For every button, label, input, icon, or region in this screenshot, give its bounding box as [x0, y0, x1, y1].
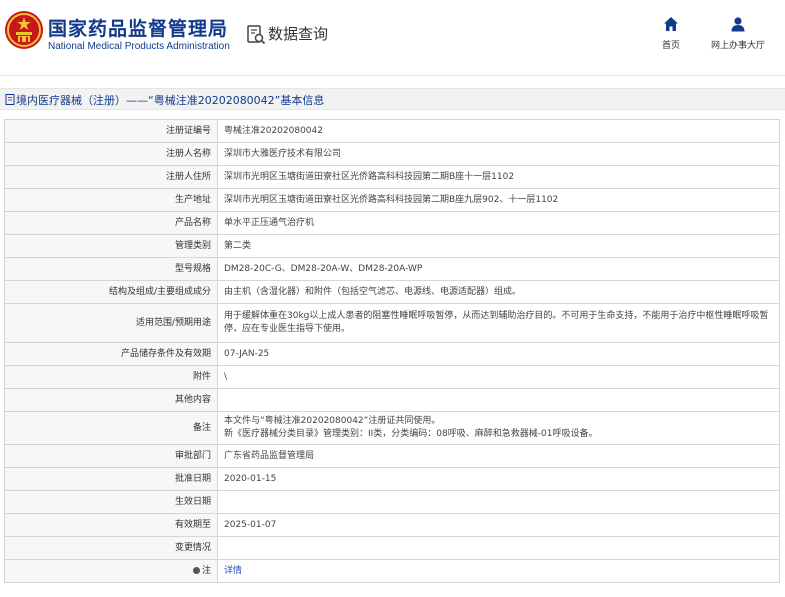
breadcrumb-text: 境内医疗器械（注册）——“粤械注准20202080042”基本信息 [16, 94, 325, 107]
field-value [217, 388, 780, 412]
field-label: 生产地址 [4, 188, 218, 212]
site-title: 国家药品监督管理局 [48, 18, 229, 40]
note-icon [192, 566, 200, 574]
field-label: 有效期至 [4, 513, 218, 537]
table-row: 变更情况 [4, 536, 780, 560]
nav-home-label: 首页 [661, 41, 680, 51]
field-label: 注册证编号 [4, 119, 218, 143]
table-row: 审批部门 广东省药品监督管理局 [4, 444, 780, 468]
field-value: DM28-20C-G、DM28-20A-W、DM28-20A-WP [217, 257, 780, 281]
table-row: 产品名称 单水平正压通气治疗机 [4, 211, 780, 235]
field-label: 生效日期 [4, 490, 218, 514]
site-title-english: National Medical Products Administration [48, 41, 230, 52]
table-row: 有效期至 2025-01-07 [4, 513, 780, 537]
nav-home-link[interactable]: 首页 [656, 16, 686, 51]
nav-online-hall-link[interactable]: 网上办事大厅 [706, 16, 770, 51]
table-row: 型号规格 DM28-20C-G、DM28-20A-W、DM28-20A-WP [4, 257, 780, 281]
field-value: 本文件与“粤械注准20202080042”注册证共同使用。 新《医疗器械分类目录… [217, 411, 780, 445]
field-label: 适用范围/预期用途 [4, 303, 218, 343]
table-row: 产品储存条件及有效期 07-JAN-25 [4, 342, 780, 366]
field-value: 广东省药品监督管理局 [217, 444, 780, 468]
user-icon [731, 17, 745, 32]
table-row: 批准日期 2020-01-15 [4, 467, 780, 491]
field-label: 附件 [4, 365, 218, 389]
field-label: 审批部门 [4, 444, 218, 468]
document-icon [5, 94, 15, 105]
table-row: 注册人名称 深圳市大雅医疗技术有限公司 [4, 142, 780, 166]
table-row: 生效日期 [4, 490, 780, 514]
field-value: 2025-01-07 [217, 513, 780, 537]
home-icon [664, 17, 678, 31]
field-value [217, 536, 780, 560]
table-row: 附件 \ [4, 365, 780, 389]
field-label: 产品名称 [4, 211, 218, 235]
field-value: 用于缓解体重在30kg以上成人患者的阻塞性睡眠呼吸暂停，从而达到辅助治疗目的。不… [217, 303, 780, 343]
field-label: 结构及组成/主要组成成分 [4, 280, 218, 304]
table-row: 备注 本文件与“粤械注准20202080042”注册证共同使用。 新《医疗器械分… [4, 411, 780, 445]
table-row: 结构及组成/主要组成成分 由主机（含湿化器）和附件（包括空气滤芯、电源线、电源适… [4, 280, 780, 304]
table-row: 适用范围/预期用途 用于缓解体重在30kg以上成人患者的阻塞性睡眠呼吸暂停，从而… [4, 303, 780, 343]
document-search-icon [247, 25, 266, 45]
field-label: 注 [4, 559, 218, 583]
table-row: 注册人住所 深圳市光明区玉塘街道田寮社区光侨路高科科技园第二期B座十一层1102 [4, 165, 780, 189]
table-row: 其他内容 [4, 388, 780, 412]
site-header: 国家药品监督管理局 National Medical Products Admi… [0, 0, 785, 76]
field-value: 深圳市光明区玉塘街道田寮社区光侨路高科科技园第二期B座九层902、十一层1102 [217, 188, 780, 212]
note-label: 注 [201, 565, 211, 576]
table-row: 生产地址 深圳市光明区玉塘街道田寮社区光侨路高科科技园第二期B座九层902、十一… [4, 188, 780, 212]
field-value: 详情 [217, 559, 780, 583]
field-label: 注册人名称 [4, 142, 218, 166]
field-label: 产品储存条件及有效期 [4, 342, 218, 366]
registration-info-table: 注册证编号 粤械注准20202080042 注册人名称 深圳市大雅医疗技术有限公… [4, 119, 780, 583]
field-value [217, 490, 780, 514]
field-value: \ [217, 365, 780, 389]
national-emblem-logo [5, 11, 43, 49]
field-label: 变更情况 [4, 536, 218, 560]
field-value: 2020-01-15 [217, 467, 780, 491]
details-link[interactable]: 详情 [224, 566, 242, 576]
field-value: 深圳市光明区玉塘街道田寮社区光侨路高科科技园第二期B座十一层1102 [217, 165, 780, 189]
remark-line-1: 本文件与“粤械注准20202080042”注册证共同使用。 [224, 416, 441, 426]
field-label: 型号规格 [4, 257, 218, 281]
field-label: 其他内容 [4, 388, 218, 412]
breadcrumb: 境内医疗器械（注册）——“粤械注准20202080042”基本信息 [0, 88, 785, 110]
table-row: 管理类别 第二类 [4, 234, 780, 258]
field-value: 第二类 [217, 234, 780, 258]
field-label: 备注 [4, 411, 218, 445]
table-row: 注册证编号 粤械注准20202080042 [4, 119, 780, 143]
table-row: 注 详情 [4, 559, 780, 583]
nav-online-hall-label: 网上办事大厅 [710, 41, 765, 51]
field-label: 注册人住所 [4, 165, 218, 189]
field-label: 管理类别 [4, 234, 218, 258]
field-value: 由主机（含湿化器）和附件（包括空气滤芯、电源线、电源适配器）组成。 [217, 280, 780, 304]
field-value: 07-JAN-25 [217, 342, 780, 366]
field-value: 单水平正压通气治疗机 [217, 211, 780, 235]
remark-line-2: 新《医疗器械分类目录》管理类别：II类，分类编码：08呼吸、麻醉和急救器械-01… [224, 429, 598, 439]
field-value: 粤械注准20202080042 [217, 119, 780, 143]
field-label: 批准日期 [4, 467, 218, 491]
data-query-title: 数据查询 [268, 25, 329, 43]
field-value: 深圳市大雅医疗技术有限公司 [217, 142, 780, 166]
